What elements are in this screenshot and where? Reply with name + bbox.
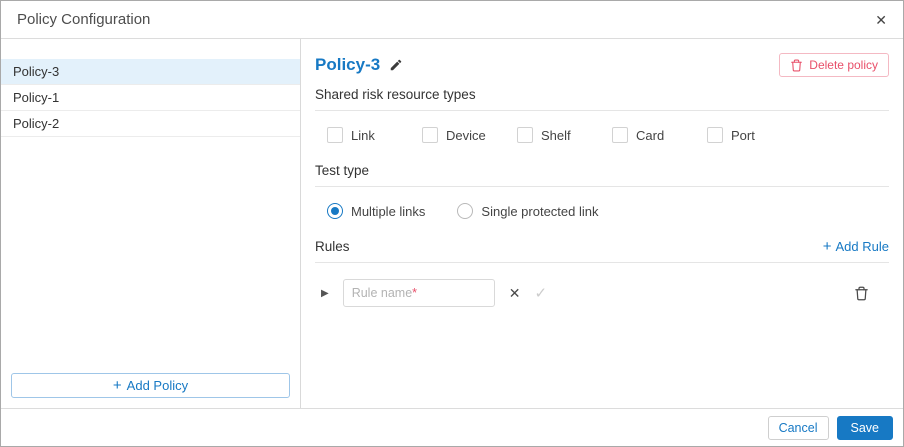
policy-list-item-policy-1[interactable]: Policy-1 (1, 85, 300, 111)
radio-button[interactable] (327, 203, 343, 219)
expand-rule-icon[interactable]: ▶ (321, 288, 329, 299)
delete-policy-label: Delete policy (809, 58, 878, 72)
delete-rule-icon[interactable] (854, 286, 869, 301)
radio-label: Single protected link (481, 203, 599, 219)
checkbox-box[interactable] (612, 127, 628, 143)
policy-detail-panel: Policy-3 Delete policy Shared risk resou… (301, 39, 903, 408)
radio-label: Multiple links (351, 203, 426, 219)
checkbox-label: Link (351, 127, 375, 143)
policy-title: Policy-3 (315, 55, 381, 74)
dialog-header: Policy Configuration ✕ (1, 1, 903, 39)
plus-icon: + (822, 238, 832, 255)
cancel-button[interactable]: Cancel (767, 415, 829, 440)
shared-risk-options-row: Link Device Shelf Card Port (315, 111, 889, 147)
edit-policy-name-icon[interactable] (389, 58, 403, 72)
checkbox-port[interactable]: Port (707, 127, 802, 143)
policy-detail-header: Policy-3 Delete policy (315, 53, 889, 77)
checkbox-shelf[interactable]: Shelf (517, 127, 612, 143)
checkbox-device[interactable]: Device (422, 127, 517, 143)
rule-editor-row: ▶ Rule name* ✕ ✓ (315, 263, 889, 307)
plus-icon: + (112, 377, 122, 394)
rule-name-input-wrap: Rule name* (342, 279, 495, 307)
radio-multiple-links[interactable]: Multiple links (327, 203, 425, 219)
confirm-rule-icon[interactable]: ✓ (534, 286, 547, 301)
rule-name-input[interactable] (342, 279, 495, 307)
radio-button[interactable] (457, 203, 474, 219)
test-type-section-title: Test type (315, 163, 370, 178)
shared-risk-section: Shared risk resource types Link Device S… (315, 87, 889, 147)
checkbox-box[interactable] (327, 127, 343, 143)
policy-title-group: Policy-3 (315, 55, 403, 75)
delete-policy-button[interactable]: Delete policy (779, 53, 889, 77)
checkbox-label: Card (636, 127, 665, 143)
checkbox-box[interactable] (422, 127, 438, 143)
dialog-body: Policy-3 Policy-1 Policy-2 + Add Policy … (1, 39, 903, 408)
shared-risk-section-title: Shared risk resource types (315, 87, 476, 102)
test-type-options-row: Multiple links Single protected link (315, 187, 889, 223)
checkbox-box[interactable] (517, 127, 533, 143)
save-button[interactable]: Save (836, 415, 893, 440)
add-rule-button[interactable]: + Add Rule (823, 239, 889, 254)
rules-section: Rules + Add Rule ▶ Rule name* ✕ ✓ (315, 239, 889, 307)
add-policy-button[interactable]: + Add Policy (11, 373, 290, 398)
test-type-section: Test type Multiple links Single protecte… (315, 163, 889, 223)
policy-list-item-policy-3[interactable]: Policy-3 (1, 59, 300, 85)
rules-header: Rules + Add Rule (315, 239, 889, 254)
dialog-title: Policy Configuration (17, 11, 151, 28)
add-policy-label: Add Policy (126, 378, 189, 393)
cancel-rule-icon[interactable]: ✕ (509, 286, 521, 300)
checkbox-link[interactable]: Link (327, 127, 422, 143)
policy-list-sidebar: Policy-3 Policy-1 Policy-2 + Add Policy (1, 39, 301, 408)
trash-icon (791, 59, 803, 71)
policy-configuration-dialog: Policy Configuration ✕ Policy-3 Policy-1… (0, 0, 904, 447)
checkbox-box[interactable] (707, 127, 723, 143)
policy-list: Policy-3 Policy-1 Policy-2 (1, 59, 300, 363)
policy-list-item-policy-2[interactable]: Policy-2 (1, 111, 300, 137)
checkbox-card[interactable]: Card (612, 127, 707, 143)
rules-section-title: Rules (315, 239, 350, 254)
checkbox-label: Port (731, 127, 755, 143)
radio-single-protected-link[interactable]: Single protected link (457, 203, 599, 219)
close-icon[interactable]: ✕ (875, 13, 887, 27)
dialog-footer: Cancel Save (1, 408, 903, 446)
checkbox-label: Device (446, 127, 486, 143)
add-rule-label: Add Rule (835, 239, 889, 254)
checkbox-label: Shelf (541, 127, 571, 143)
